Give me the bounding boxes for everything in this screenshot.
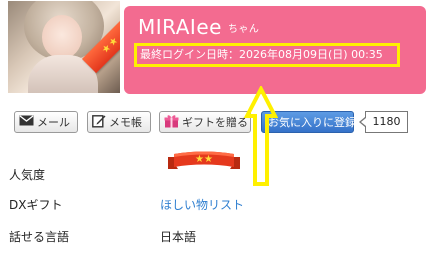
- mail-button-label: メール: [37, 116, 70, 129]
- mail-button[interactable]: メール: [14, 111, 78, 133]
- favorite-count: 1180: [372, 115, 401, 128]
- memo-button[interactable]: メモ帳: [87, 111, 151, 133]
- svg-text:★★: ★★: [195, 154, 213, 165]
- gift-button[interactable]: ギフトを贈る: [159, 111, 251, 133]
- gift-box-icon: [164, 114, 179, 131]
- popularity-label: 人気度: [9, 168, 46, 182]
- popularity-rank-ribbon: ★★: [166, 150, 242, 172]
- up-arrow-icon: [243, 84, 279, 188]
- profile-name-suffix: ちゃん: [227, 24, 260, 35]
- avatar-face: [42, 15, 82, 59]
- envelope-icon: [19, 115, 34, 129]
- name-bar: MIRAIee ちゃん 最終ログイン日時：2026年08月09日(日) 00:35: [124, 6, 426, 94]
- add-favorite-button-label: お気に入りに登録: [268, 116, 356, 129]
- pencil-note-icon: [92, 114, 106, 131]
- favorite-count-badge: 1180: [359, 111, 408, 133]
- gift-button-label: ギフトを贈る: [182, 116, 248, 129]
- wishlist-link[interactable]: ほしい物リスト: [160, 196, 244, 213]
- profile-name-text: MIRAIee: [138, 15, 222, 39]
- language-value: 日本語: [160, 230, 197, 244]
- language-label: 話せる言語: [9, 230, 70, 244]
- profile-header: ★★ MIRAIee ちゃん 最終ログイン日時：2026年08月09日(日) 00…: [0, 0, 434, 98]
- last-login-text: 最終ログイン日時：2026年08月09日(日) 00:35: [140, 48, 383, 61]
- memo-button-label: メモ帳: [109, 116, 142, 129]
- dx-gift-label: DXギフト: [9, 198, 63, 212]
- profile-avatar[interactable]: ★★: [8, 1, 120, 93]
- profile-name: MIRAIee ちゃん: [138, 15, 259, 39]
- last-login-highlight: 最終ログイン日時：2026年08月09日(日) 00:35: [134, 43, 400, 67]
